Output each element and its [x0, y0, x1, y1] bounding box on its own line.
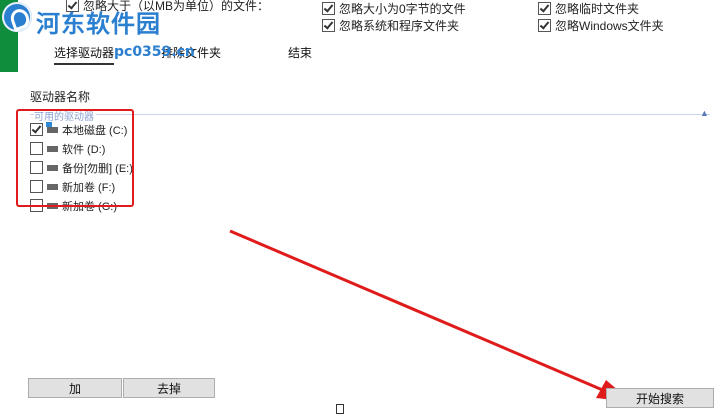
option-ignore-windows-label: 忽略Windows文件夹	[555, 19, 664, 33]
checkbox-ignore-windows[interactable]	[538, 19, 551, 32]
option-ignore-system[interactable]: 忽略系统和程序文件夹	[322, 17, 459, 34]
remove-button[interactable]: 去掉	[123, 378, 215, 398]
checkbox-ignore-temp[interactable]	[538, 2, 551, 15]
tab-select-drives[interactable]: 选择驱动器	[54, 44, 115, 65]
option-ignore-zero-label: 忽略大小为0字节的文件	[339, 2, 466, 16]
option-ignore-temp-label: 忽略临时文件夹	[555, 2, 640, 16]
option-ignore-system-label: 忽略系统和程序文件夹	[339, 19, 460, 33]
window-resize-handle	[336, 404, 344, 414]
option-ignore-larger[interactable]: 忽略大于（以MB为单位）的文件：	[66, 0, 269, 14]
option-ignore-windows[interactable]: 忽略Windows文件夹	[538, 17, 664, 34]
checkbox-ignore-system[interactable]	[322, 19, 335, 32]
annotation-arrow-line	[229, 229, 613, 396]
watermark-url: pc0359.cn	[114, 44, 195, 60]
tab-finish[interactable]: 结束	[288, 44, 312, 61]
option-ignore-larger-label: 忽略大于（以MB为单位）的文件：	[83, 0, 270, 13]
option-ignore-temp[interactable]: 忽略临时文件夹	[538, 0, 639, 17]
drives-column-header: 驱动器名称	[30, 90, 91, 104]
checkbox-ignore-larger[interactable]	[66, 0, 79, 12]
option-ignore-zero[interactable]: 忽略大小为0字节的文件	[322, 0, 466, 17]
annotation-highlight-box	[16, 109, 134, 207]
watermark-logo-icon	[2, 2, 32, 32]
checkbox-ignore-zero[interactable]	[322, 2, 335, 15]
collapse-chevron-icon[interactable]: ▲	[700, 108, 709, 118]
add-button[interactable]: 加	[28, 378, 122, 398]
start-search-button[interactable]: 开始搜索	[606, 388, 714, 408]
